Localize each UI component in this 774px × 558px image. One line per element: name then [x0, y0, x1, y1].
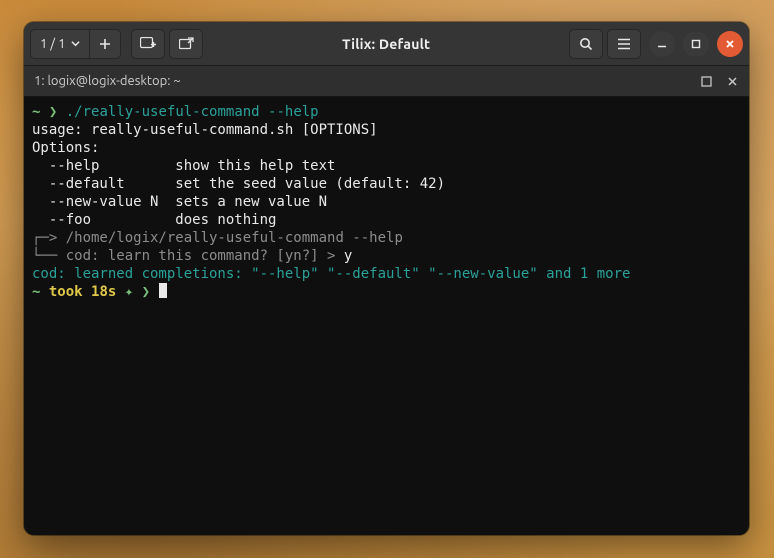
terminal-tabbar: 1: logix@logix-desktop: ~: [24, 66, 749, 97]
prompt2-sep-icon: ✦: [125, 284, 133, 300]
window-maximize-button[interactable]: [683, 31, 709, 57]
chevron-down-icon: [71, 39, 80, 48]
plus-icon: [99, 38, 111, 50]
maximize-icon: [691, 39, 701, 49]
search-icon: [579, 37, 593, 51]
cod-box-top: ┌─>: [32, 230, 66, 246]
cod-learn-answer: y: [344, 248, 352, 264]
cod-learned-line: cod: learned completions: "--help" "--de…: [32, 266, 630, 282]
headerbar: 1 / 1: [24, 22, 749, 66]
terminal-content: ~ ❯ ./really-useful-command --help usage…: [32, 103, 741, 527]
terminal-maximize-pane-button[interactable]: [695, 70, 717, 92]
window-title: Tilix: Default: [207, 36, 565, 52]
prompt2-time: 18s: [91, 284, 116, 300]
add-terminal-button[interactable]: [131, 29, 165, 59]
add-session-button[interactable]: [89, 30, 120, 58]
fullscreen-terminal-button[interactable]: [169, 29, 203, 59]
minimize-icon: [657, 39, 667, 49]
output-opt-default: --default set the seed value (default: 4…: [32, 176, 445, 192]
add-terminal-icon: [140, 37, 156, 51]
window-close-button[interactable]: [717, 31, 743, 57]
output-opt-foo: --foo does nothing: [32, 212, 276, 228]
prompt2-chevron: ❯: [142, 284, 150, 300]
command-1: ./really-useful-command --help: [66, 104, 319, 120]
terminal-close-pane-button[interactable]: [721, 70, 743, 92]
cod-learn-prompt: cod: learn this command? [yn?] >: [66, 248, 344, 264]
hamburger-icon: [617, 38, 631, 50]
terminal-viewport[interactable]: ~ ❯ ./really-useful-command --help usage…: [24, 97, 749, 535]
cod-box-bottom: └──: [32, 248, 66, 264]
terminal-tab-title[interactable]: 1: logix@logix-desktop: ~: [34, 74, 691, 88]
cod-hint-path: /home/logix/really-useful-command --help: [66, 230, 403, 246]
output-opt-help: --help show this help text: [32, 158, 335, 174]
output-options-header: Options:: [32, 140, 99, 156]
session-dropdown[interactable]: 1 / 1: [31, 30, 89, 58]
prompt2-tilde: ~: [32, 284, 40, 300]
prompt2-took: took: [49, 284, 83, 300]
search-button[interactable]: [569, 29, 603, 59]
output-usage: usage: really-useful-command.sh [OPTIONS…: [32, 122, 378, 138]
close-pane-icon: [727, 76, 738, 87]
window-minimize-button[interactable]: [649, 31, 675, 57]
maximize-pane-icon: [701, 76, 712, 87]
popout-icon: [179, 37, 194, 50]
prompt-tilde: ~: [32, 104, 40, 120]
output-opt-new-value: --new-value N sets a new value N: [32, 194, 327, 210]
session-label: 1 / 1: [40, 37, 65, 51]
close-icon: [725, 39, 735, 49]
terminal-cursor: [159, 283, 167, 298]
tilix-window: 1 / 1: [24, 22, 749, 535]
session-switcher: 1 / 1: [30, 29, 121, 59]
hamburger-menu-button[interactable]: [607, 29, 641, 59]
prompt-chevron: ❯: [49, 104, 57, 120]
